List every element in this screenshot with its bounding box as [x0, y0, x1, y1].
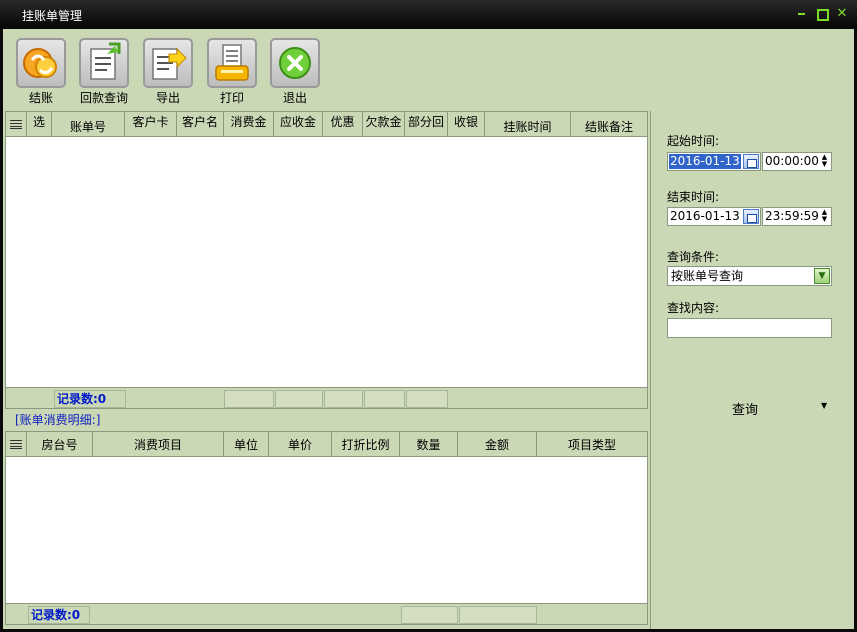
bill-grid-header: 选 账单号 客户卡 客户名 消费金 应收金 优惠 欠款金 部分回 收银 挂账时间… — [6, 112, 647, 137]
col-cashier[interactable]: 收银 — [448, 112, 485, 137]
footer-sum-discount — [324, 390, 363, 408]
search-content-label: 查找内容: — [667, 301, 720, 315]
window-title: 挂账单管理 — [22, 9, 83, 23]
col-customer-card[interactable]: 客户卡 — [125, 112, 177, 137]
detail-grid-menu-icon — [10, 440, 22, 449]
chevron-down-icon[interactable]: ▼ — [814, 268, 830, 284]
start-date-value: 2016-01-13 — [669, 154, 741, 169]
document-refresh-icon — [79, 38, 129, 88]
footer-sum-consumption — [224, 390, 274, 408]
detail-record-count: 记录数:0 — [28, 606, 90, 624]
grid-menu-icon — [10, 120, 22, 129]
col-discount-rate[interactable]: 打折比例 — [332, 432, 400, 457]
col-unit[interactable]: 单位 — [224, 432, 269, 457]
col-consumption[interactable]: 消费金 — [224, 112, 274, 137]
query-condition-select[interactable]: 按账单号查询 ▼ — [667, 266, 832, 286]
chevron-down-icon[interactable]: ▼ — [821, 401, 827, 410]
exit-label: 退出 — [282, 91, 307, 105]
minimize-button[interactable] — [796, 8, 808, 20]
query-condition-label: 查询条件: — [667, 250, 720, 264]
detail-grid[interactable]: 房台号 消费项目 单位 单价 打折比例 数量 金额 项目类型 — [5, 431, 648, 605]
exit-button[interactable]: 退出 — [270, 38, 320, 108]
checkout-button[interactable]: 结账 — [16, 38, 66, 108]
detail-grid-menu-button[interactable] — [6, 432, 27, 457]
col-checkout-note[interactable]: 结账备注 — [571, 112, 647, 137]
detail-grid-header: 房台号 消费项目 单位 单价 打折比例 数量 金额 项目类型 — [6, 432, 647, 457]
col-customer-name[interactable]: 客户名 — [177, 112, 224, 137]
footer-sum-amount — [459, 606, 537, 624]
filter-panel: 起始时间: 2016-01-13 00:00:00 ▲ ▼ 结束时间: 2016-… — [650, 111, 854, 629]
content-area: 结账 回款查询 导出 打印 退出 选 账单号 客户卡 客户名 消费金 应收金 优… — [3, 29, 854, 629]
col-arrears[interactable]: 欠款金 — [363, 112, 405, 137]
bill-grid-footer: 记录数:0 — [5, 387, 648, 409]
end-time-value: 23:59:59 — [765, 209, 819, 223]
detail-grid-footer: 记录数:0 — [5, 603, 648, 625]
print-label: 打印 — [219, 91, 244, 105]
print-button[interactable]: 打印 — [207, 38, 257, 108]
bill-grid[interactable]: 选 账单号 客户卡 客户名 消费金 应收金 优惠 欠款金 部分回 收银 挂账时间… — [5, 111, 648, 409]
col-discount[interactable]: 优惠 — [323, 112, 363, 137]
end-time-input[interactable]: 23:59:59 ▲ ▼ — [762, 207, 832, 226]
search-content-input[interactable] — [667, 318, 832, 338]
end-time-label: 结束时间: — [667, 190, 720, 204]
payment-query-label: 回款查询 — [79, 91, 128, 105]
end-date-picker[interactable]: 2016-01-13 — [667, 207, 761, 226]
left-panel: 选 账单号 客户卡 客户名 消费金 应收金 优惠 欠款金 部分回 收银 挂账时间… — [5, 111, 648, 627]
start-date-picker[interactable]: 2016-01-13 — [667, 152, 761, 171]
end-date-value: 2016-01-13 — [670, 209, 740, 223]
start-time-label: 起始时间: — [667, 134, 720, 148]
col-room-no[interactable]: 房台号 — [27, 432, 93, 457]
calendar-icon[interactable] — [743, 154, 759, 169]
footer-sum-quantity — [401, 606, 458, 624]
col-amount[interactable]: 金额 — [458, 432, 537, 457]
close-button[interactable]: ✕ — [836, 7, 848, 20]
calendar-icon[interactable] — [743, 209, 759, 224]
bill-record-count: 记录数:0 — [54, 390, 126, 408]
start-time-value: 00:00:00 — [765, 154, 819, 168]
export-button[interactable]: 导出 — [143, 38, 193, 108]
detail-section-label: [账单消费明细:] — [15, 413, 101, 427]
col-item[interactable]: 消费项目 — [93, 432, 224, 457]
start-time-input[interactable]: 00:00:00 ▲ ▼ — [762, 152, 832, 171]
exit-icon — [270, 38, 320, 88]
toolbar: 结账 回款查询 导出 打印 退出 — [3, 29, 854, 109]
printer-icon — [207, 38, 257, 88]
col-credit-time[interactable]: 挂账时间 — [485, 112, 571, 137]
footer-sum-partial — [406, 390, 448, 408]
export-label: 导出 — [155, 91, 180, 105]
title-bar: 挂账单管理 ✕ — [0, 0, 857, 29]
query-condition-value: 按账单号查询 — [671, 269, 744, 283]
query-button[interactable]: 查询 ▼ — [711, 396, 841, 418]
col-bill-no[interactable]: 账单号 — [52, 112, 125, 137]
col-receivable[interactable]: 应收金 — [274, 112, 323, 137]
coins-icon — [16, 38, 66, 88]
payment-query-button[interactable]: 回款查询 — [79, 38, 129, 108]
end-time-spinner[interactable]: ▲ ▼ — [820, 209, 829, 224]
col-quantity[interactable]: 数量 — [400, 432, 458, 457]
footer-sum-arrears — [364, 390, 405, 408]
checkout-label: 结账 — [28, 91, 53, 105]
col-item-type[interactable]: 项目类型 — [537, 432, 647, 457]
query-button-label: 查询 — [732, 403, 759, 418]
export-icon — [143, 38, 193, 88]
col-select[interactable]: 选 — [27, 112, 52, 137]
spin-down-icon[interactable]: ▼ — [822, 215, 827, 223]
footer-sum-receivable — [275, 390, 323, 408]
col-unit-price[interactable]: 单价 — [269, 432, 332, 457]
col-partial-return[interactable]: 部分回 — [405, 112, 448, 137]
maximize-button[interactable] — [816, 8, 829, 21]
main-window: 挂账单管理 ✕ 结账 回款查询 导出 打印 退出 选 账单号 客户卡 客户名 消… — [0, 0, 857, 632]
start-time-spinner[interactable]: ▲ ▼ — [820, 154, 829, 169]
grid-menu-button[interactable] — [6, 112, 27, 137]
spin-down-icon[interactable]: ▼ — [822, 160, 827, 168]
